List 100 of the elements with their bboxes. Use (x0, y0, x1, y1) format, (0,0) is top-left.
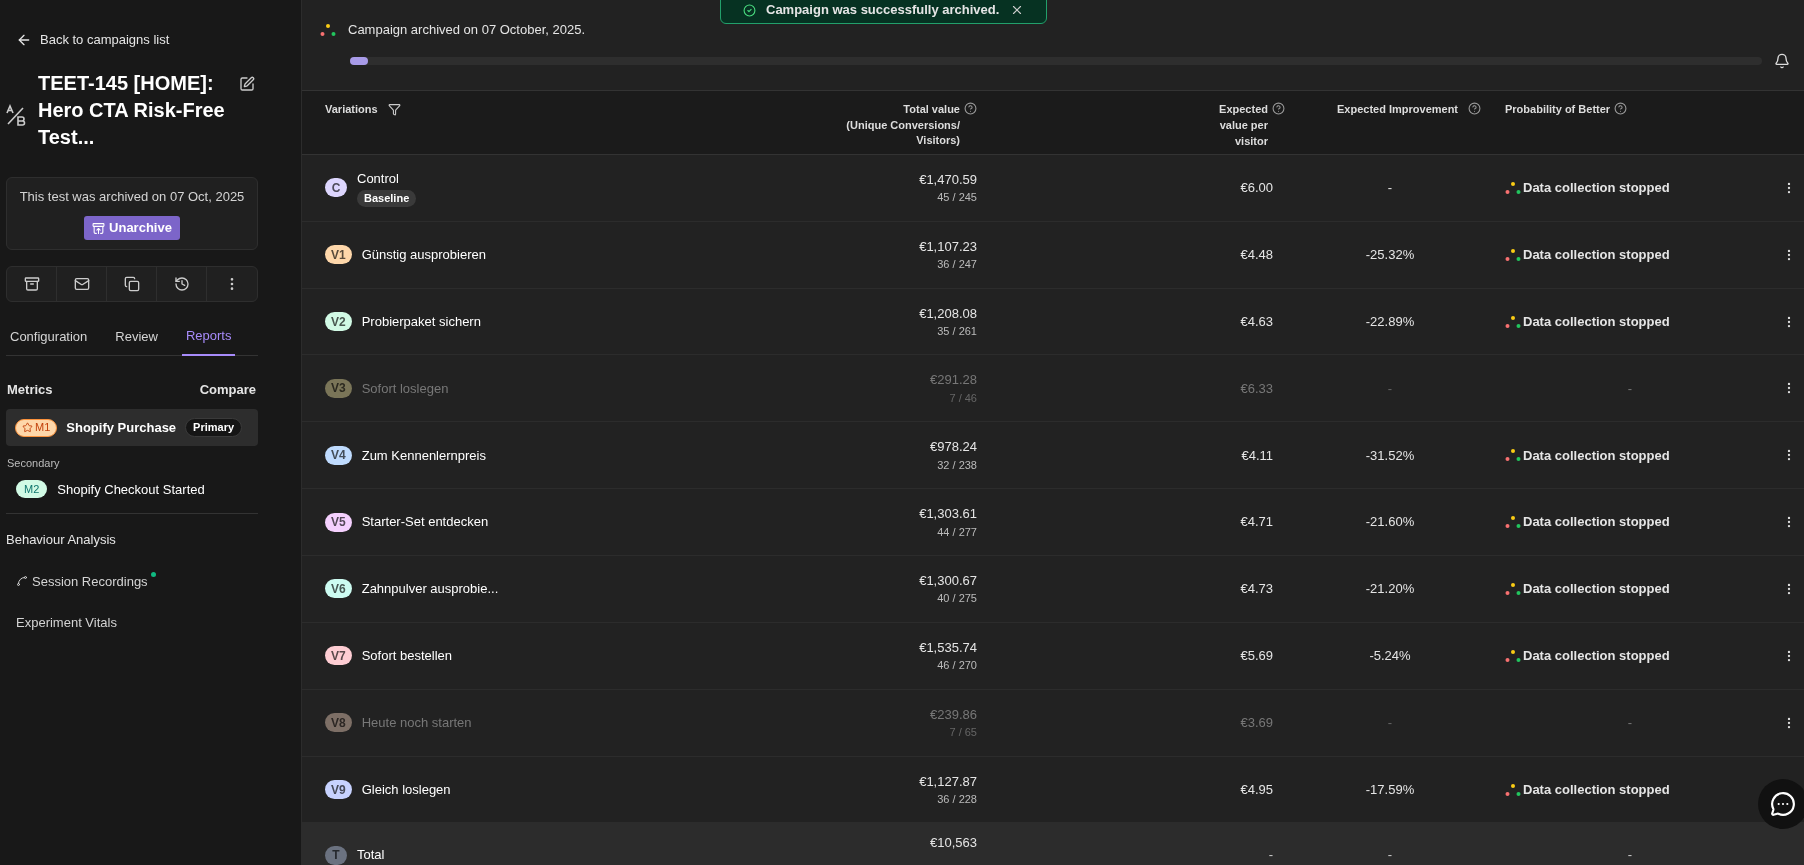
star-icon (22, 422, 33, 433)
probability-empty: - (1627, 846, 1633, 865)
edit-icon[interactable] (239, 75, 255, 92)
status-dots-icon (1505, 581, 1521, 596)
probability-status: Data collection stopped (1523, 580, 1670, 599)
unarchive-button[interactable]: Unarchive (84, 216, 180, 240)
variation-name: Gleich loslegen (361, 780, 451, 799)
tab[interactable]: Review (111, 326, 162, 355)
column-header: Total value (903, 102, 960, 117)
conversions-text: 35 / 261 (937, 324, 977, 340)
help-icon[interactable] (964, 102, 977, 115)
expected-improvement: -21.60% (1365, 513, 1415, 532)
check-circle-icon (743, 3, 756, 17)
status-dots-icon (1505, 314, 1521, 329)
conversions-text: 44 / 277 (937, 524, 977, 540)
status-dots-icon (1505, 180, 1521, 195)
expected-value: €4.95 (1240, 780, 1273, 799)
status-dots-icon (1505, 515, 1521, 530)
expected-value: €4.11 (1241, 446, 1273, 465)
status-dots-icon (1505, 448, 1521, 463)
expected-improvement: - (1387, 846, 1393, 865)
column-header: Probability of Better (1505, 102, 1611, 117)
toast-message: Campaign was successfully archived. (766, 1, 1000, 20)
secondary-heading: Secondary (6, 456, 61, 471)
expected-value: €6.33 (1240, 379, 1273, 398)
total-value: €1,470.59 (919, 170, 977, 189)
expected-improvement: -25.32% (1365, 245, 1415, 264)
status-dots-icon (1505, 782, 1521, 797)
total-value: €1,300.67 (919, 571, 977, 590)
primary-metric-row[interactable]: M1 Shopify Purchase Primary (6, 409, 258, 446)
back-link[interactable]: Back to campaigns list (6, 30, 170, 50)
probability-status: Data collection stopped (1523, 647, 1670, 666)
expected-improvement: -17.59% (1365, 780, 1415, 799)
status-dots-icon (1505, 247, 1521, 262)
metric-name: Shopify Checkout Started (57, 480, 205, 499)
close-icon[interactable] (1010, 3, 1024, 17)
behaviour-heading: Behaviour Analysis (6, 531, 117, 549)
chat-icon (1770, 791, 1796, 817)
squiggle-icon (16, 575, 28, 588)
column-subheader: (Unique Conversions/ Visitors) (845, 117, 960, 148)
variation-badge: V2 (325, 312, 352, 332)
variation-badge: V6 (325, 579, 352, 599)
metrics-heading: Metrics (6, 380, 53, 399)
probability-status: Data collection stopped (1523, 780, 1670, 799)
expected-improvement: - (1387, 379, 1393, 398)
help-icon[interactable] (1468, 102, 1482, 115)
tab[interactable]: Configuration (6, 326, 92, 355)
unarchive-icon (92, 221, 106, 235)
expected-value: €6.00 (1240, 179, 1273, 198)
variation-name: Sofort loslegen (361, 379, 449, 398)
column-header: Variations (325, 102, 378, 117)
probability-status: Data collection stopped (1523, 179, 1670, 198)
expected-improvement: - (1387, 179, 1393, 198)
filter-icon[interactable] (387, 102, 401, 116)
total-value: €1,107.23 (919, 237, 977, 256)
variation-badge: C (325, 178, 347, 198)
compare-button[interactable]: Compare (199, 379, 258, 399)
expected-value: €4.71 (1240, 513, 1273, 532)
help-icon[interactable] (1272, 102, 1285, 115)
probability-empty: - (1627, 379, 1633, 398)
campaign-title: TEET-145 [HOME]: Hero CTA Risk-Free Test... (38, 70, 226, 150)
expected-value: €3.69 (1240, 713, 1273, 732)
variation-name: Starter-Set entdecken (361, 513, 489, 532)
probability-status: Data collection stopped (1523, 245, 1670, 264)
variation-name: Sofort bestellen (361, 647, 453, 666)
ab-split-icon (6, 103, 26, 126)
variation-badge: V4 (325, 445, 352, 465)
total-value: €1,303.61 (919, 505, 977, 524)
probability-status: Data collection stopped (1523, 312, 1670, 331)
behaviour-link[interactable]: Experiment Vitals (6, 613, 117, 633)
variation-badge: V9 (325, 780, 352, 800)
variation-name: Probierpaket sichern (361, 312, 481, 331)
behaviour-link[interactable]: Session Recordings (6, 571, 148, 591)
status-dots-icon (1505, 648, 1521, 663)
primary-tag: Primary (185, 418, 243, 437)
conversions-text: 7 / 46 (949, 390, 977, 406)
variation-name: Total (357, 846, 385, 865)
tab[interactable]: Reports (181, 326, 236, 356)
conversions-text: 45 / 245 (937, 190, 977, 206)
bell-icon[interactable] (1774, 52, 1790, 69)
variation-badge: T (325, 845, 347, 865)
help-icon[interactable] (1614, 102, 1628, 115)
expected-improvement: -5.24% (1369, 647, 1411, 666)
conversions-text: 46 / 270 (937, 658, 977, 674)
baseline-tag: Baseline (357, 190, 417, 208)
variation-name: Günstig ausprobieren (361, 245, 486, 264)
metric-name: Shopify Purchase (66, 418, 177, 437)
expected-value: €4.63 (1240, 312, 1273, 331)
variation-badge: V7 (325, 646, 352, 666)
expected-improvement: -22.89% (1365, 312, 1415, 331)
secondary-metric-row[interactable]: M2 Shopify Checkout Started (6, 479, 258, 499)
total-value: €10,563 (930, 834, 977, 853)
variation-name: Heute noch starten (361, 713, 472, 732)
metric-badge: M2 (16, 480, 48, 499)
total-value: €978.24 (930, 438, 977, 457)
archive-message: Campaign archived on 07 October, 2025. (348, 21, 586, 39)
probability-empty: - (1627, 713, 1633, 732)
conversions-text: 7 / 65 (949, 725, 977, 741)
probability-status: Data collection stopped (1523, 513, 1670, 532)
total-value: €239.86 (930, 705, 977, 724)
